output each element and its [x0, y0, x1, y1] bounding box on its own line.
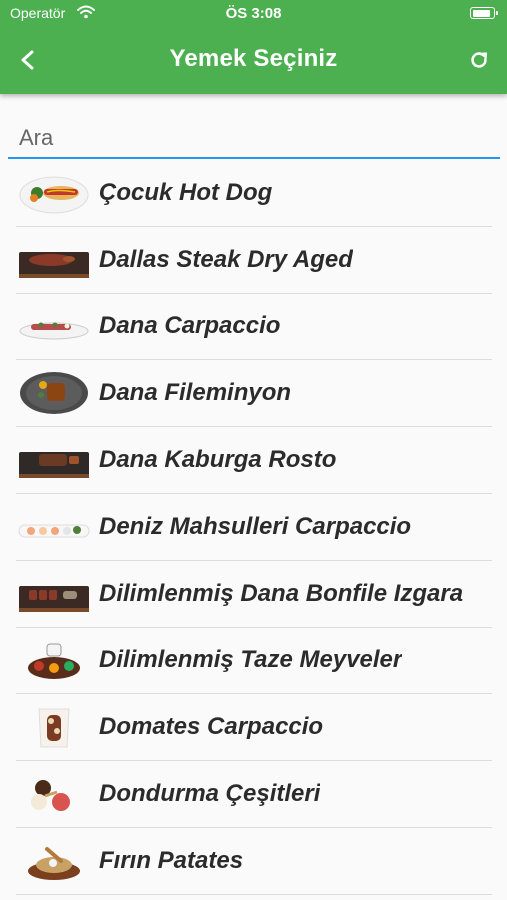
food-list-item[interactable]: Fırın Patates [16, 828, 492, 895]
food-list-item[interactable]: Dondurma Çeşitleri [16, 761, 492, 828]
food-list-item[interactable]: Dilimlenmiş Dana Bonfile Izgara [16, 561, 492, 628]
food-name: Dana Fileminyon [99, 379, 292, 407]
toolbar: Yemek Seçiniz [0, 28, 507, 94]
food-list-item[interactable]: Domates Carpaccio [16, 694, 492, 762]
food-thumbnail [28, 643, 80, 680]
app-bar: Operatör ÖS 3:08 Yemek Seçiniz [0, 0, 507, 94]
food-name: Dallas Steak Dry Aged [99, 245, 353, 273]
food-thumbnail [28, 846, 80, 880]
food-name: Dilimlenmiş Dana Bonfile Izgara [99, 579, 464, 607]
food-name: Domates Carpaccio [99, 713, 324, 741]
food-thumbnail [18, 524, 90, 538]
page-title: Yemek Seçiniz [169, 45, 338, 72]
food-name: Fırın Patates [99, 846, 244, 874]
food-list-item[interactable]: Dana Fileminyon [16, 360, 492, 428]
food-thumbnail [31, 780, 70, 812]
refresh-button[interactable] [461, 42, 497, 78]
food-list-item[interactable]: Dana Carpaccio [16, 294, 492, 361]
status-bar: Operatör ÖS 3:08 [0, 0, 507, 28]
battery-icon [470, 7, 498, 19]
food-thumbnail [19, 176, 89, 214]
food-thumbnail [19, 585, 89, 612]
food-list-item[interactable]: Deniz Mahsulleri Carpaccio [16, 494, 492, 561]
food-name: Dana Carpaccio [99, 312, 281, 340]
food-list-item[interactable]: Çocuk Hot Dog [16, 160, 492, 227]
food-list-item[interactable]: Dana Kaburga Rosto [16, 427, 492, 494]
food-thumbnail [19, 322, 89, 340]
food-thumbnail [38, 708, 70, 748]
search-input[interactable] [8, 116, 500, 156]
search-field[interactable] [8, 116, 500, 159]
food-thumbnail [19, 452, 89, 479]
food-name: Deniz Mahsulleri Carpaccio [99, 512, 412, 540]
refresh-icon [471, 52, 488, 68]
food-list: Çocuk Hot Dog Dallas Steak Dry Aged Dana C… [16, 160, 492, 895]
food-name: Dilimlenmiş Taze Meyveler [99, 646, 403, 674]
food-name: Dondurma Çeşitleri [99, 780, 321, 808]
food-thumbnail [20, 372, 88, 415]
food-name: Dana Kaburga Rosto [99, 446, 337, 474]
food-list-item[interactable]: Dallas Steak Dry Aged [16, 227, 492, 294]
food-list-item[interactable]: Dilimlenmiş Taze Meyveler [16, 628, 492, 695]
food-thumbnail [19, 251, 89, 278]
food-name: Çocuk Hot Dog [99, 178, 273, 206]
status-time: ÖS 3:08 [225, 5, 282, 22]
